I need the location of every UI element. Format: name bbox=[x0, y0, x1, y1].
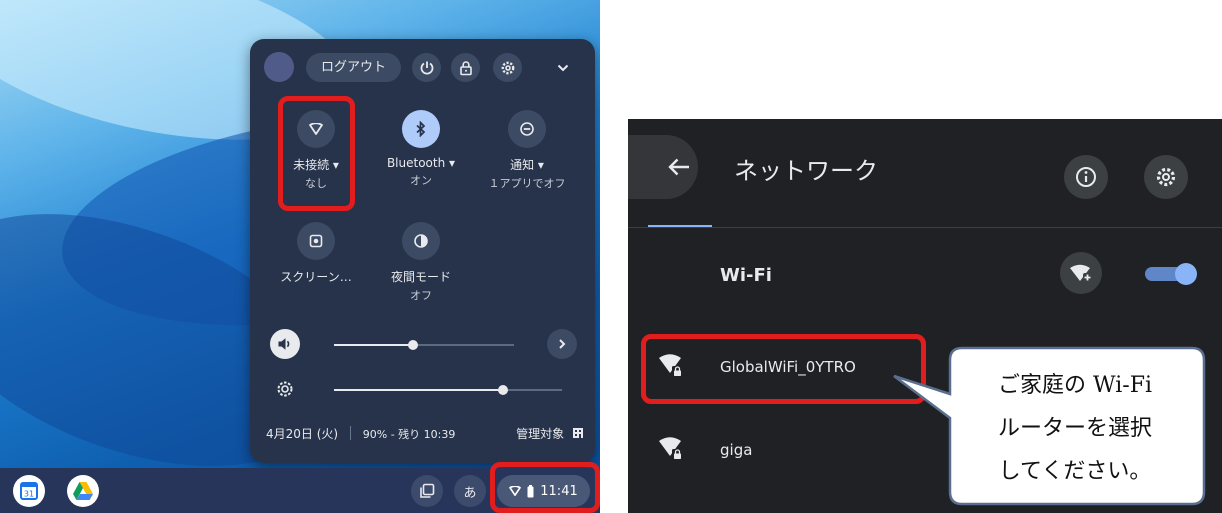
wifi-section-label: Wi-Fi bbox=[720, 265, 772, 286]
network-settings-button[interactable] bbox=[1144, 155, 1188, 199]
power-button[interactable] bbox=[412, 53, 441, 82]
network-name: giga bbox=[720, 441, 753, 459]
highlight-network-row bbox=[641, 334, 926, 404]
svg-text:31: 31 bbox=[24, 490, 34, 499]
enterprise-building-icon bbox=[573, 428, 583, 438]
overview-icon bbox=[420, 483, 435, 498]
brightness-icon-wrap bbox=[270, 374, 300, 404]
volume-slider[interactable] bbox=[334, 340, 514, 350]
managed-label-wrap[interactable]: 管理対象 bbox=[516, 425, 584, 442]
logout-button[interactable]: ログアウト bbox=[306, 53, 401, 82]
network-info-button[interactable] bbox=[1064, 155, 1108, 199]
night-light-status: オフ bbox=[410, 289, 432, 302]
back-button[interactable] bbox=[628, 135, 698, 199]
bluetooth-toggle[interactable] bbox=[402, 110, 440, 148]
brightness-slider-thumb[interactable] bbox=[498, 385, 508, 395]
notifications-status: １アプリでオフ bbox=[488, 177, 566, 190]
collapse-button[interactable] bbox=[548, 53, 577, 82]
drive-app-button[interactable] bbox=[67, 475, 99, 507]
back-arrow-icon bbox=[668, 158, 689, 176]
bluetooth-tile[interactable]: Bluetooth ▾ オン bbox=[371, 110, 471, 188]
battery-status: 90% - 残り 10:39 bbox=[362, 428, 456, 441]
settings-icon bbox=[501, 61, 514, 74]
do-not-disturb-icon bbox=[520, 122, 534, 136]
wifi-toggle-knob bbox=[1175, 263, 1197, 285]
bluetooth-icon bbox=[416, 121, 426, 137]
highlight-status-tray bbox=[490, 462, 600, 513]
lock-icon bbox=[459, 60, 472, 75]
settings-button[interactable] bbox=[493, 53, 522, 82]
notifications-label: 通知 bbox=[510, 158, 535, 172]
night-light-label: 夜間モード bbox=[390, 270, 451, 284]
mute-button[interactable] bbox=[270, 329, 300, 359]
lock-button[interactable] bbox=[451, 53, 480, 82]
avatar[interactable] bbox=[264, 52, 294, 82]
drive-app-icon bbox=[73, 482, 93, 500]
add-network-button[interactable] bbox=[1060, 252, 1102, 294]
notifications-toggle[interactable] bbox=[508, 110, 546, 148]
page-title: ネットワーク bbox=[734, 157, 878, 185]
add-wifi-icon bbox=[1070, 264, 1092, 282]
audio-settings-button[interactable] bbox=[547, 329, 577, 359]
callout-line: してください。 bbox=[998, 459, 1152, 484]
bluetooth-label: Bluetooth bbox=[386, 156, 446, 170]
volume-icon bbox=[278, 338, 290, 350]
power-icon bbox=[420, 61, 433, 74]
callout-line: ルーターを選択 bbox=[997, 416, 1152, 441]
calendar-app-button[interactable]: 31 bbox=[13, 475, 45, 507]
settings-icon bbox=[1156, 167, 1176, 187]
volume-slider-thumb[interactable] bbox=[408, 340, 418, 350]
callout-line: ご家庭の Wi-Fi bbox=[998, 373, 1152, 398]
highlight-network-tile bbox=[278, 96, 355, 211]
volume-slider-fill bbox=[334, 344, 413, 346]
bluetooth-status: オン bbox=[410, 174, 432, 187]
instruction-callout: ご家庭の Wi-Fi ルーターを選択 してください。 bbox=[893, 346, 1206, 506]
brightness-slider[interactable] bbox=[334, 385, 562, 395]
screen-capture-label: スクリーン… bbox=[280, 270, 352, 284]
calendar-app-icon: 31 bbox=[20, 482, 38, 500]
night-light-icon bbox=[414, 234, 428, 248]
screen-capture-toggle[interactable] bbox=[297, 222, 335, 260]
brightness-slider-fill bbox=[334, 389, 503, 391]
notifications-tile[interactable]: 通知 ▾ １アプリでオフ bbox=[477, 110, 577, 191]
callout-text: ご家庭の Wi-Fi ルーターを選択 してください。 bbox=[946, 364, 1204, 493]
date-label[interactable]: 4月20日 (火) bbox=[266, 427, 338, 441]
ime-button[interactable]: あ bbox=[454, 475, 486, 507]
night-light-toggle[interactable] bbox=[402, 222, 440, 260]
screen-capture-tile[interactable]: スクリーン… bbox=[266, 222, 366, 285]
wifi-toggle[interactable] bbox=[1145, 263, 1197, 285]
chevron-down-icon bbox=[557, 64, 568, 71]
managed-label: 管理対象 bbox=[516, 427, 565, 441]
wifi-secured-icon bbox=[659, 437, 683, 460]
chevron-right-icon bbox=[559, 339, 566, 349]
night-light-tile[interactable]: 夜間モード オフ bbox=[371, 222, 471, 303]
overview-button[interactable] bbox=[411, 475, 443, 507]
divider bbox=[349, 426, 351, 440]
divider bbox=[628, 227, 1222, 228]
screen-capture-icon bbox=[309, 234, 323, 248]
info-icon bbox=[1076, 167, 1096, 187]
brightness-icon bbox=[277, 381, 293, 397]
chromeos-desktop: ログアウト 未接続 ▾ なし Bluetooth ▾ オン 通知 ▾ １アプリで… bbox=[0, 0, 600, 513]
status-footer: 4月20日 (火) 90% - 残り 10:39 管理対象 bbox=[266, 425, 586, 442]
